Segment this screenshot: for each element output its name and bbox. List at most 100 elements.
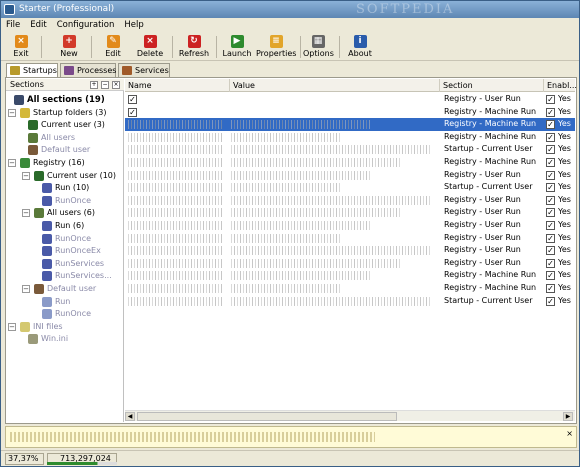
enabled-checkbox[interactable]: ✓ <box>546 221 555 230</box>
about-button[interactable]: i About <box>346 33 374 61</box>
row-enabled: Yes <box>558 106 571 116</box>
section-node[interactable]: Win.ini <box>6 333 124 345</box>
table-row[interactable]: Registry - Machine Run ✓ Yes <box>125 118 575 131</box>
section-node[interactable]: Default user <box>6 144 124 156</box>
enabled-checkbox[interactable]: ✓ <box>546 271 555 281</box>
section-icon <box>42 233 52 244</box>
properties-button[interactable]: ≡ Properties <box>256 33 296 61</box>
table-row[interactable]: ✓ Registry - User Run ✓ Yes <box>125 93 575 106</box>
table-row[interactable]: Registry - User Run ✓ Yes <box>125 244 575 257</box>
collapse-icon[interactable]: − <box>22 209 30 218</box>
enabled-checkbox[interactable]: ✓ <box>546 233 555 243</box>
enabled-checkbox[interactable]: ✓ <box>546 246 555 256</box>
section-node[interactable]: Run (10) <box>6 182 124 194</box>
section-node[interactable]: − Registry (16) <box>6 157 124 169</box>
table-row[interactable]: Registry - User Run ✓ Yes <box>125 232 575 245</box>
section-node[interactable]: RunOnceEx <box>6 245 124 257</box>
enabled-checkbox[interactable]: ✓ <box>546 120 555 130</box>
enabled-checkbox[interactable]: ✓ <box>546 132 555 142</box>
row-checkbox[interactable]: ✓ <box>128 95 137 104</box>
delete-button[interactable]: × Delete <box>135 33 165 61</box>
exit-button[interactable]: × Exit <box>7 33 35 61</box>
expand-all-icon[interactable]: + <box>90 81 98 89</box>
collapse-icon[interactable]: − <box>8 108 16 117</box>
row-name <box>128 132 223 142</box>
collapse-icon[interactable]: − <box>8 159 16 167</box>
table-row[interactable]: ✓ Registry - Machine Run ✓ Yes <box>125 106 575 119</box>
menu-edit[interactable]: Edit <box>25 18 51 32</box>
table-row[interactable]: Registry - Machine Run ✓ Yes <box>125 282 575 295</box>
title-bar[interactable]: Starter (Professional) SOFTPEDIA <box>1 1 579 18</box>
table-row[interactable]: Registry - User Run ✓ Yes <box>125 219 575 232</box>
section-node[interactable]: RunOnce <box>6 195 124 207</box>
tab-processes[interactable]: Processes <box>60 63 116 77</box>
table-row[interactable]: Registry - Machine Run ✓ Yes <box>125 156 575 169</box>
enabled-checkbox[interactable]: ✓ <box>546 158 555 167</box>
scroll-right-icon[interactable]: ▶ <box>563 412 573 421</box>
section-node[interactable]: RunOnce <box>6 233 124 245</box>
app-icon <box>4 4 15 15</box>
collapse-icon[interactable]: − <box>8 322 16 331</box>
section-icon <box>28 334 38 345</box>
section-node[interactable]: Run (6) <box>6 220 124 232</box>
section-node[interactable]: RunOnce <box>6 308 124 320</box>
section-node[interactable]: RunServices <box>6 258 124 270</box>
table-row[interactable]: Registry - User Run ✓ Yes <box>125 206 575 219</box>
row-name <box>128 183 223 193</box>
table-row[interactable]: Startup - Current User ✓ Yes <box>125 295 575 308</box>
section-node[interactable]: All users <box>6 132 124 144</box>
scroll-left-icon[interactable]: ◀ <box>125 412 135 421</box>
table-row[interactable]: Startup - Current User ✓ Yes <box>125 181 575 194</box>
section-node[interactable]: RunServices... <box>6 270 124 282</box>
refresh-button[interactable]: ↻ Refresh <box>177 33 211 61</box>
edit-button[interactable]: ✎ Edit <box>98 33 128 61</box>
section-node[interactable]: − Default user <box>6 283 124 295</box>
section-node[interactable]: − INI files <box>6 321 124 333</box>
enabled-checkbox[interactable]: ✓ <box>546 296 555 306</box>
tab-services[interactable]: Services <box>118 63 170 77</box>
enabled-checkbox[interactable]: ✓ <box>546 284 555 293</box>
col-name[interactable]: Name <box>125 79 230 92</box>
menu-file[interactable]: File <box>1 18 25 32</box>
collapse-icon[interactable]: − <box>22 171 30 180</box>
enabled-checkbox[interactable]: ✓ <box>546 195 555 205</box>
options-button[interactable]: ▦ Options <box>303 33 334 61</box>
section-node[interactable]: All sections (19) <box>6 94 124 106</box>
table-row[interactable]: Registry - User Run ✓ Yes <box>125 194 575 207</box>
row-checkbox[interactable]: ✓ <box>128 107 137 117</box>
section-node[interactable]: − Startup folders (3) <box>6 107 124 119</box>
section-node[interactable]: − All users (6) <box>6 207 124 219</box>
section-node[interactable]: Run <box>6 296 124 308</box>
menu-help[interactable]: Help <box>119 18 148 32</box>
enabled-checkbox[interactable]: ✓ <box>546 208 555 218</box>
table-row[interactable]: Startup - Current User ✓ Yes <box>125 143 575 156</box>
enabled-checkbox[interactable]: ✓ <box>546 107 555 117</box>
enabled-checkbox[interactable]: ✓ <box>546 258 555 268</box>
col-enabled[interactable]: Enabl... <box>544 79 577 92</box>
menu-configuration[interactable]: Configuration <box>52 18 120 32</box>
exit-icon: × <box>14 35 28 48</box>
close-panel-icon[interactable]: × <box>112 81 120 89</box>
enabled-checkbox[interactable]: ✓ <box>546 95 555 104</box>
close-description-icon[interactable]: × <box>566 429 573 438</box>
new-button[interactable]: + New <box>53 33 85 61</box>
table-row[interactable]: Registry - Machine Run ✓ Yes <box>125 131 575 144</box>
col-value[interactable]: Value <box>230 79 440 92</box>
table-row[interactable]: Registry - Machine Run ✓ Yes <box>125 269 575 282</box>
enabled-checkbox[interactable]: ✓ <box>546 145 555 155</box>
enabled-checkbox[interactable]: ✓ <box>546 183 555 193</box>
launch-button[interactable]: ▶ Launch <box>221 33 253 61</box>
horizontal-scrollbar[interactable]: ◀ ▶ <box>125 410 575 421</box>
enabled-checkbox[interactable]: ✓ <box>546 170 555 180</box>
section-node[interactable]: Current user (3) <box>6 119 124 131</box>
section-node[interactable]: − Current user (10) <box>6 170 124 182</box>
collapse-all-icon[interactable]: − <box>101 81 109 89</box>
collapse-icon[interactable]: − <box>22 285 30 293</box>
section-label: Default user <box>41 145 91 155</box>
table-row[interactable]: Registry - User Run ✓ Yes <box>125 257 575 270</box>
table-row[interactable]: Registry - User Run ✓ Yes <box>125 169 575 182</box>
scroll-thumb[interactable] <box>137 412 397 421</box>
tab-startups[interactable]: Startups <box>6 63 58 78</box>
col-section[interactable]: Section <box>440 79 544 92</box>
main-window: Starter (Professional) SOFTPEDIA File Edi… <box>0 0 580 467</box>
